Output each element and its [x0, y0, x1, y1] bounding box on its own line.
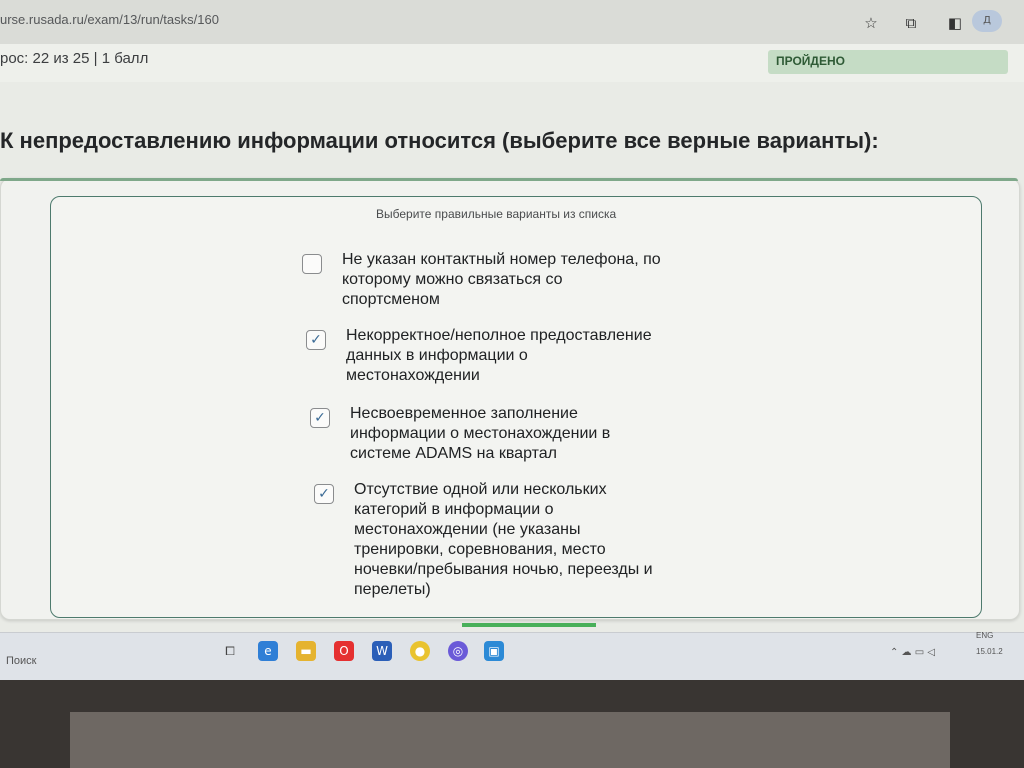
tray-date[interactable]: 15.01.2: [976, 647, 1003, 656]
tray-icons[interactable]: ⌃ ☁ ▭ ◁: [890, 647, 935, 658]
tray-lang[interactable]: ENG: [976, 631, 993, 640]
taskbar: Поиск ⧠ e ▬ O W ● ◎ ▣ ⌃ ☁ ▭ ◁ ENG 15.01.…: [0, 631, 1024, 680]
puzzle-icon[interactable]: ⧉: [902, 14, 920, 32]
option-2[interactable]: ✓ Некорректное/неполное предоставление д…: [306, 326, 766, 390]
task-view-icon[interactable]: ⧠: [220, 641, 240, 661]
store-icon[interactable]: ▣: [484, 641, 504, 661]
edge-icon[interactable]: e: [258, 641, 278, 661]
question-progress: рос: 22 из 25 | 1 балл: [0, 50, 149, 67]
option-checkbox[interactable]: ✓: [306, 330, 326, 350]
chrome-icon[interactable]: ●: [410, 641, 430, 661]
option-checkbox[interactable]: ✓: [310, 408, 330, 428]
option-3[interactable]: ✓ Несвоевременное заполнение информации …: [310, 404, 770, 468]
star-icon[interactable]: ☆: [862, 14, 880, 32]
option-1[interactable]: Не указан контактный номер телефона, по …: [302, 250, 762, 314]
screen: urse.rusada.ru/exam/13/run/tasks/160 ☆ ⧉…: [0, 0, 1024, 680]
option-checkbox[interactable]: [302, 254, 322, 274]
option-label: Несвоевременное заполнение информации о …: [350, 405, 611, 462]
status-badge: ПРОЙДЕНО: [768, 50, 1008, 74]
opera-icon[interactable]: O: [334, 641, 354, 661]
option-label: Некорректное/неполное предоставление дан…: [346, 327, 652, 384]
option-checkbox[interactable]: ✓: [314, 484, 334, 504]
app-icon[interactable]: ◎: [448, 641, 468, 661]
status-label: ПРОЙДЕНО: [776, 54, 845, 68]
address-bar[interactable]: urse.rusada.ru/exam/13/run/tasks/160: [0, 12, 219, 27]
option-label: Не указан контактный номер телефона, по …: [342, 251, 661, 308]
word-icon[interactable]: W: [372, 641, 392, 661]
profile-button[interactable]: Д: [972, 10, 1002, 32]
monitor-stand: [70, 712, 950, 768]
option-label: Отсутствие одной или нескольких категори…: [354, 481, 653, 598]
page-progress-indicator: [462, 623, 596, 627]
card-accent-line: [0, 178, 1018, 181]
browser-toolbar: urse.rusada.ru/exam/13/run/tasks/160 ☆ ⧉…: [0, 0, 1024, 45]
taskbar-search[interactable]: Поиск: [6, 655, 36, 667]
option-4[interactable]: ✓ Отсутствие одной или нескольких катего…: [314, 480, 784, 604]
explorer-icon[interactable]: ▬: [296, 641, 316, 661]
sidebar-icon[interactable]: ◧: [946, 14, 964, 32]
quiz-header: рос: 22 из 25 | 1 балл ПРОЙДЕНО: [0, 44, 1024, 82]
answer-hint: Выберите правильные варианты из списка: [376, 207, 617, 221]
question-title: К непредоставлению информации относится …: [0, 128, 879, 153]
